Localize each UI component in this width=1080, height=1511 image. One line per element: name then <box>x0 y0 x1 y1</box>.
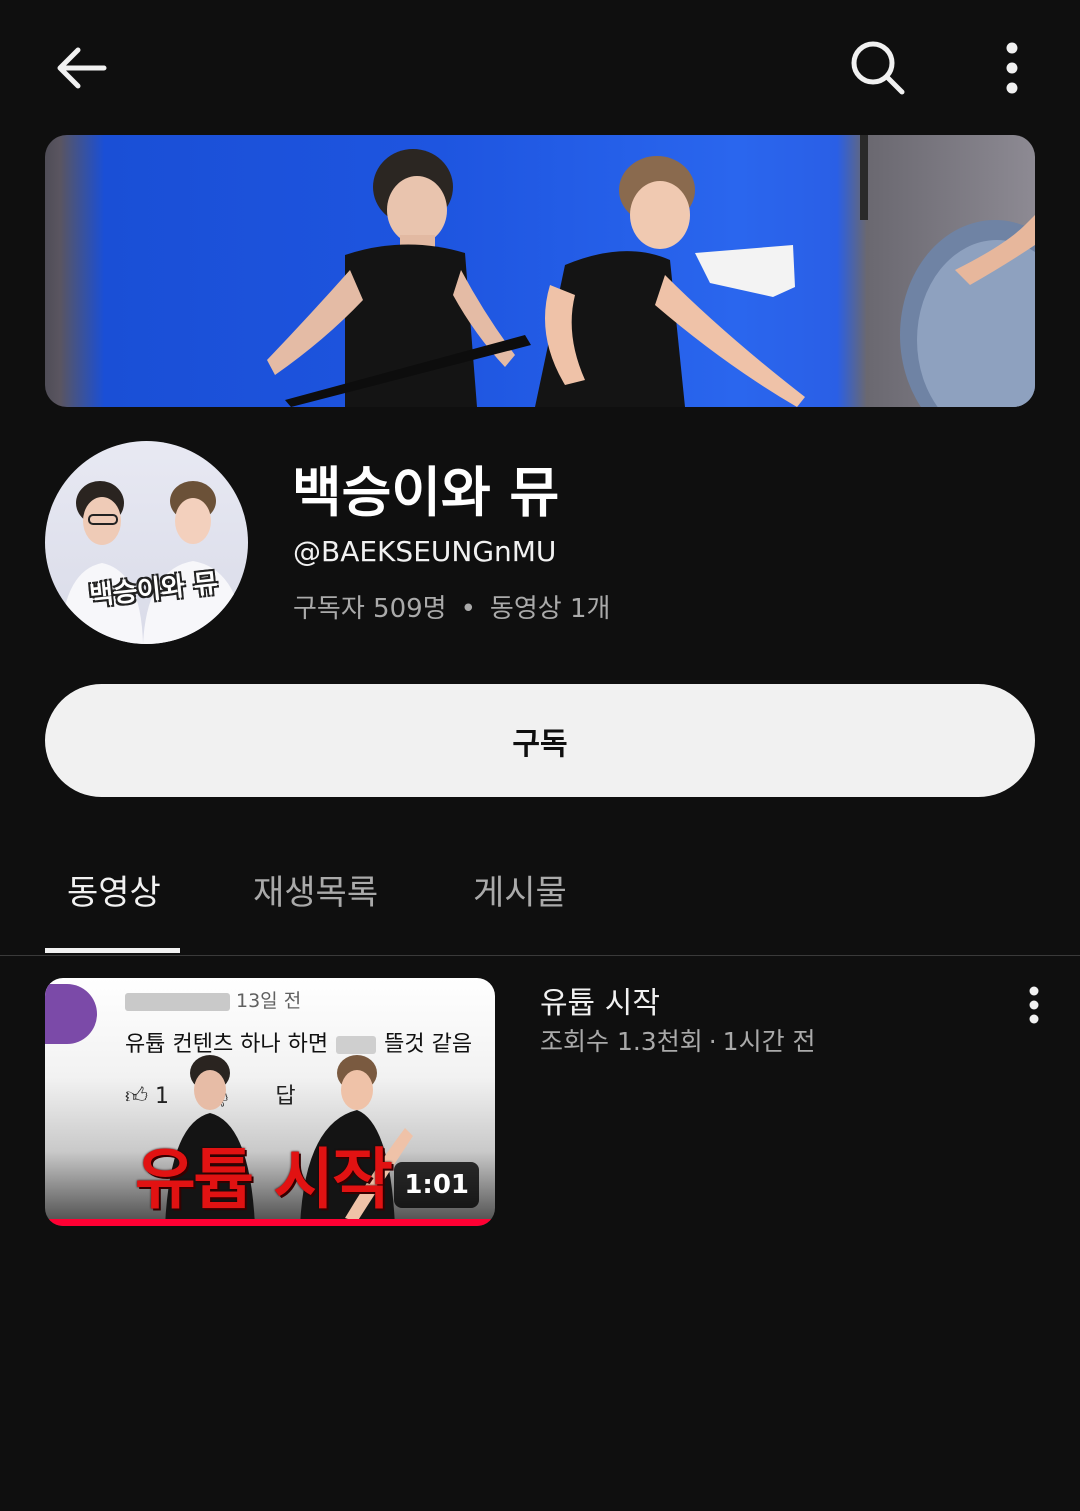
video-list-item[interactable]: 13일 전 유튭 컨텐츠 하나 하면뜰것 같음 👍︎ 1 👎︎ 답 유튭 시작 … <box>0 978 1080 1228</box>
video-thumbnail[interactable]: 13일 전 유튭 컨텐츠 하나 하면뜰것 같음 👍︎ 1 👎︎ 답 유튭 시작 … <box>45 978 495 1226</box>
channel-avatar[interactable]: 백승이와 뮤 <box>45 441 248 644</box>
tab-videos[interactable]: 동영상 <box>67 865 161 914</box>
watched-progress-bar <box>45 1219 495 1226</box>
more-vert-icon <box>1029 986 1039 1024</box>
subscriber-count: 구독자 509명 <box>293 594 447 624</box>
search-button[interactable] <box>836 28 920 108</box>
video-duration: 1:01 <box>394 1162 479 1208</box>
video-title[interactable]: 유튭 시작 <box>540 978 660 1022</box>
stats-separator: • <box>460 594 476 624</box>
video-meta: 조회수 1.3천회 · 1시간 전 <box>540 1022 816 1058</box>
tab-playlists[interactable]: 재생목록 <box>253 865 378 914</box>
meta-separator: · <box>708 1027 717 1056</box>
search-icon <box>851 41 905 95</box>
subscribe-button[interactable]: 구독 <box>45 684 1035 797</box>
channel-banner <box>45 135 1035 407</box>
channel-tabs: 동영상 재생목록 게시물 <box>0 840 1080 956</box>
active-tab-indicator <box>45 948 180 953</box>
back-button[interactable] <box>40 30 120 106</box>
video-age: 1시간 전 <box>722 1027 816 1056</box>
more-options-button[interactable] <box>982 28 1042 108</box>
arrow-left-icon <box>57 47 107 89</box>
banner-photo <box>267 135 1035 407</box>
channel-name: 백승이와 뮤 <box>292 461 560 524</box>
video-more-button[interactable] <box>1014 980 1054 1030</box>
more-vert-icon <box>1006 42 1018 94</box>
top-app-bar <box>0 0 1080 135</box>
avatar-photo <box>60 481 245 644</box>
tab-posts[interactable]: 게시물 <box>473 865 567 914</box>
channel-handle: @BAEKSEUNGnMU <box>293 535 557 568</box>
video-views: 조회수 1.3천회 <box>540 1027 703 1056</box>
thumbnail-title-overlay: 유튭 시작 <box>135 1141 393 1218</box>
channel-stats: 구독자 509명 • 동영상 1개 <box>293 588 610 625</box>
video-count: 동영상 1개 <box>489 594 611 624</box>
